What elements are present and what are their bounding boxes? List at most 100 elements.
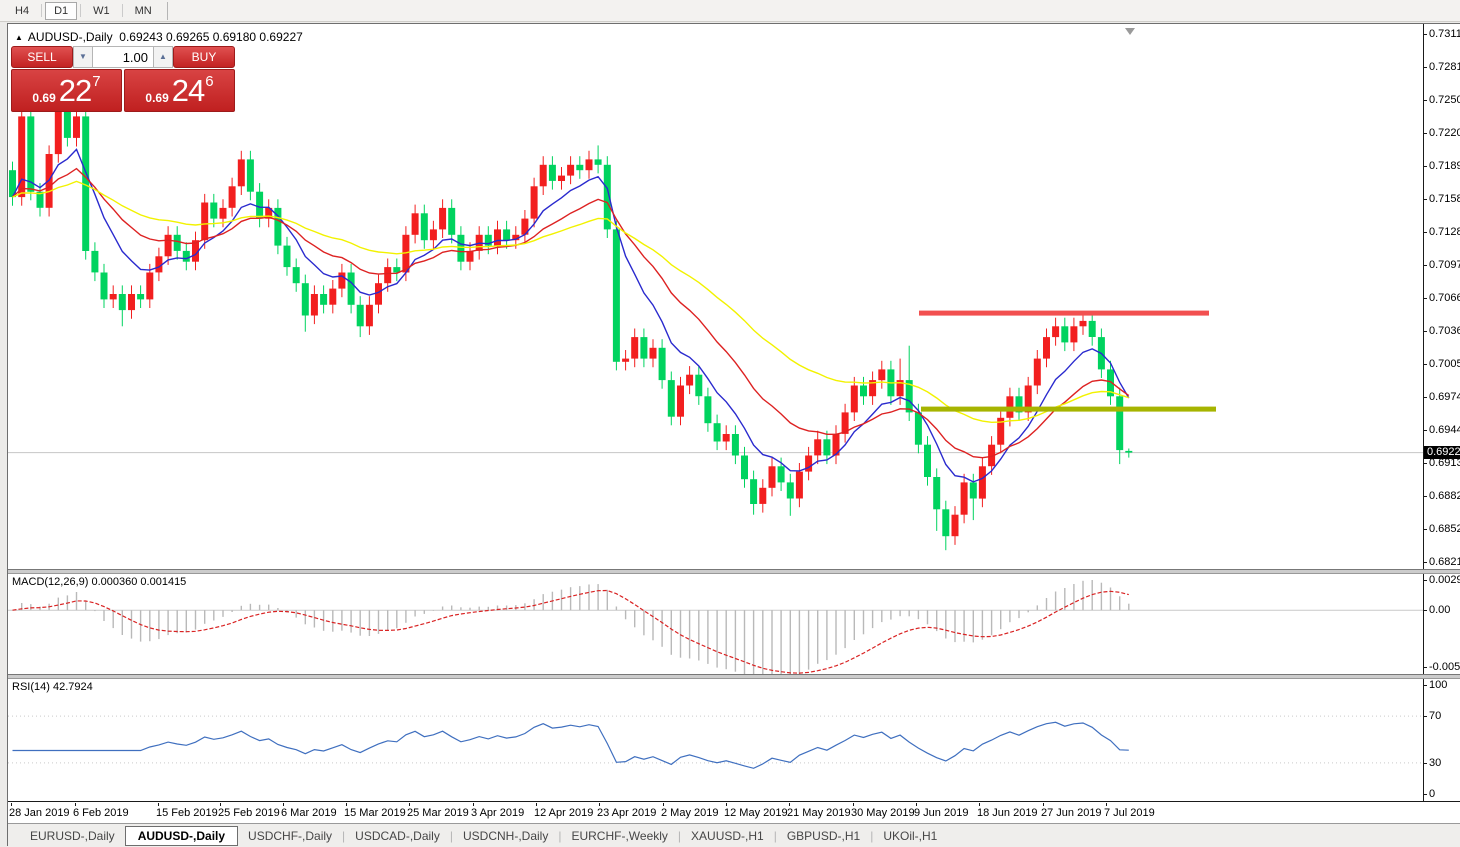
date-tick: [283, 803, 284, 806]
buy-price-box[interactable]: 0.69 24 6: [124, 69, 235, 112]
date-axis-label: 25 Feb 2019: [218, 807, 280, 819]
price-axis-label: 0.71585: [1429, 193, 1460, 205]
price-axis-label: 0.72810: [1429, 61, 1460, 73]
axis-tick: [1424, 716, 1427, 717]
chart-tab-ukoil-h1[interactable]: UKOil-,H1: [873, 826, 947, 846]
chart-title: ▲ AUDUSD-,Daily 0.69243 0.69265 0.69180 0…: [15, 30, 303, 44]
axis-tick: [1424, 430, 1427, 431]
axis-tick: [1424, 298, 1427, 299]
collapse-panel-icon[interactable]: ▲: [15, 33, 23, 42]
axis-tick: [1424, 685, 1427, 686]
date-tick: [220, 803, 221, 806]
axis-tick: [1424, 794, 1427, 795]
trading-terminal: { "toolbar": { "buttons": [ {"label": "H…: [0, 0, 1460, 847]
date-axis-label: 9 Jun 2019: [914, 807, 969, 819]
axis-tick: [1424, 667, 1427, 668]
support-line[interactable]: [921, 406, 1216, 412]
date-tick: [916, 803, 917, 806]
date-axis-label: 12 Apr 2019: [534, 807, 594, 819]
sell-button[interactable]: SELL: [11, 46, 73, 68]
price-axis-label: 0.71280: [1429, 226, 1460, 238]
resistance-line[interactable]: [919, 310, 1209, 316]
axis-tick: [1424, 199, 1427, 200]
price-axis-label: 0.72200: [1429, 127, 1460, 139]
price-axis-label: 0.70665: [1429, 292, 1460, 304]
sell-price-box[interactable]: 0.69 22 7: [11, 69, 122, 112]
rsi-axis-label: 70: [1429, 710, 1442, 722]
timeframe-button-mn[interactable]: MN: [126, 2, 161, 20]
date-axis-label: 7 Jul 2019: [1104, 807, 1155, 819]
date-tick: [663, 803, 664, 806]
chart-tab-xauusd-h1[interactable]: XAUUSD-,H1: [681, 826, 774, 846]
toolbar-separator: [121, 4, 123, 17]
price-axis-label: 0.73115: [1429, 28, 1460, 40]
date-tick: [1043, 803, 1044, 806]
ma-line-8: [11, 148, 1130, 483]
axis-tick: [1424, 232, 1427, 233]
macd-label: MACD(12,26,9) 0.000360 0.001415: [12, 576, 187, 588]
rsi-canvas: [8, 715, 1423, 769]
date-axis-label: 23 Apr 2019: [597, 807, 657, 819]
volume-increase-button[interactable]: ▲: [153, 46, 173, 68]
current-price-tag: 0.69227: [1424, 446, 1460, 459]
chart-tab-bar: EURUSD-,Daily AUDUSD-,Daily USDCHF-,Daily |…: [8, 823, 1460, 847]
price-axis: 0.69227 0.73115 0.72810 0.72505 0.72200 0.71…: [1423, 24, 1460, 801]
axis-tick: [1424, 67, 1427, 68]
timeframe-button-w1[interactable]: W1: [84, 2, 119, 20]
rsi-axis-label: 30: [1429, 757, 1442, 769]
date-axis-label: 30 May 2019: [851, 807, 915, 819]
chart-tab-eurchf-weekly[interactable]: EURCHF-,Weekly: [561, 826, 677, 846]
timeframe-toolbar: H4 D1 W1 MN: [0, 0, 1460, 22]
chart-tab-audusd-daily[interactable]: AUDUSD-,Daily: [124, 825, 239, 846]
axis-tick: [1424, 100, 1427, 101]
date-axis-label: 2 May 2019: [661, 807, 719, 819]
macd-axis-label: -0.00525: [1429, 661, 1460, 673]
date-tick: [979, 803, 980, 806]
toolbar-separator: [41, 4, 43, 17]
panel-splitter[interactable]: [8, 569, 1460, 574]
date-axis-label: 15 Mar 2019: [344, 807, 406, 819]
candles: [9, 102, 1133, 551]
chart-tab-gbpusd-h1[interactable]: GBPUSD-,H1: [777, 826, 870, 846]
date-axis-label: 3 Apr 2019: [471, 807, 525, 819]
toolbar-separator: [80, 4, 82, 17]
macd-axis-label: 0.002984: [1429, 574, 1460, 586]
rsi-axis-label: 0: [1429, 788, 1436, 800]
timeframe-button-h4[interactable]: H4: [6, 2, 38, 20]
macd-panel: MACD(12,26,9) 0.000360 0.001415: [8, 574, 1423, 674]
price-axis-label: 0.68825: [1429, 490, 1460, 502]
date-axis-label: 6 Feb 2019: [73, 807, 129, 819]
date-tick: [346, 803, 347, 806]
panel-splitter[interactable]: [8, 674, 1460, 679]
date-axis: 28 Jan 2019 6 Feb 2019 15 Feb 2019 25 Feb 2…: [8, 801, 1460, 823]
date-axis-label: 6 Mar 2019: [281, 807, 337, 819]
date-axis-label: 21 May 2019: [787, 807, 851, 819]
chart-tab-usdchf-daily[interactable]: USDCHF-,Daily: [238, 826, 342, 846]
axis-tick: [1424, 763, 1427, 764]
date-axis-label: 18 Jun 2019: [977, 807, 1038, 819]
volume-decrease-button[interactable]: ▼: [73, 46, 93, 68]
chart-symbol-label: AUDUSD-,Daily: [27, 30, 113, 44]
chart-tab-eurusd-daily[interactable]: EURUSD-,Daily: [20, 826, 125, 846]
date-axis-label: 28 Jan 2019: [9, 807, 70, 819]
ma-line-38: [12, 180, 1130, 424]
buy-price-pip: 6: [205, 73, 214, 90]
rsi-panel: RSI(14) 42.7924: [8, 679, 1423, 800]
rsi-label: RSI(14) 42.7924: [12, 681, 93, 693]
timeframe-button-d1[interactable]: D1: [45, 1, 78, 20]
axis-tick: [1424, 529, 1427, 530]
date-tick: [726, 803, 727, 806]
axis-tick: [1424, 397, 1427, 398]
axis-tick: [1424, 562, 1427, 563]
chart-window: ▲ AUDUSD-,Daily 0.69243 0.69265 0.69180 0…: [7, 23, 1460, 847]
buy-button[interactable]: BUY: [173, 46, 235, 68]
price-axis-label: 0.72505: [1429, 94, 1460, 106]
chart-tab-usdcnh-daily[interactable]: USDCNH-,Daily: [453, 826, 558, 846]
axis-tick: [1424, 166, 1427, 167]
chart-shift-marker-icon: [1125, 28, 1135, 35]
axis-tick: [1424, 364, 1427, 365]
date-axis-label: 15 Feb 2019: [156, 807, 218, 819]
macd-values: 0.000360 0.001415: [91, 576, 187, 588]
volume-input[interactable]: 1.00: [93, 46, 153, 68]
chart-tab-usdcad-daily[interactable]: USDCAD-,Daily: [345, 826, 450, 846]
